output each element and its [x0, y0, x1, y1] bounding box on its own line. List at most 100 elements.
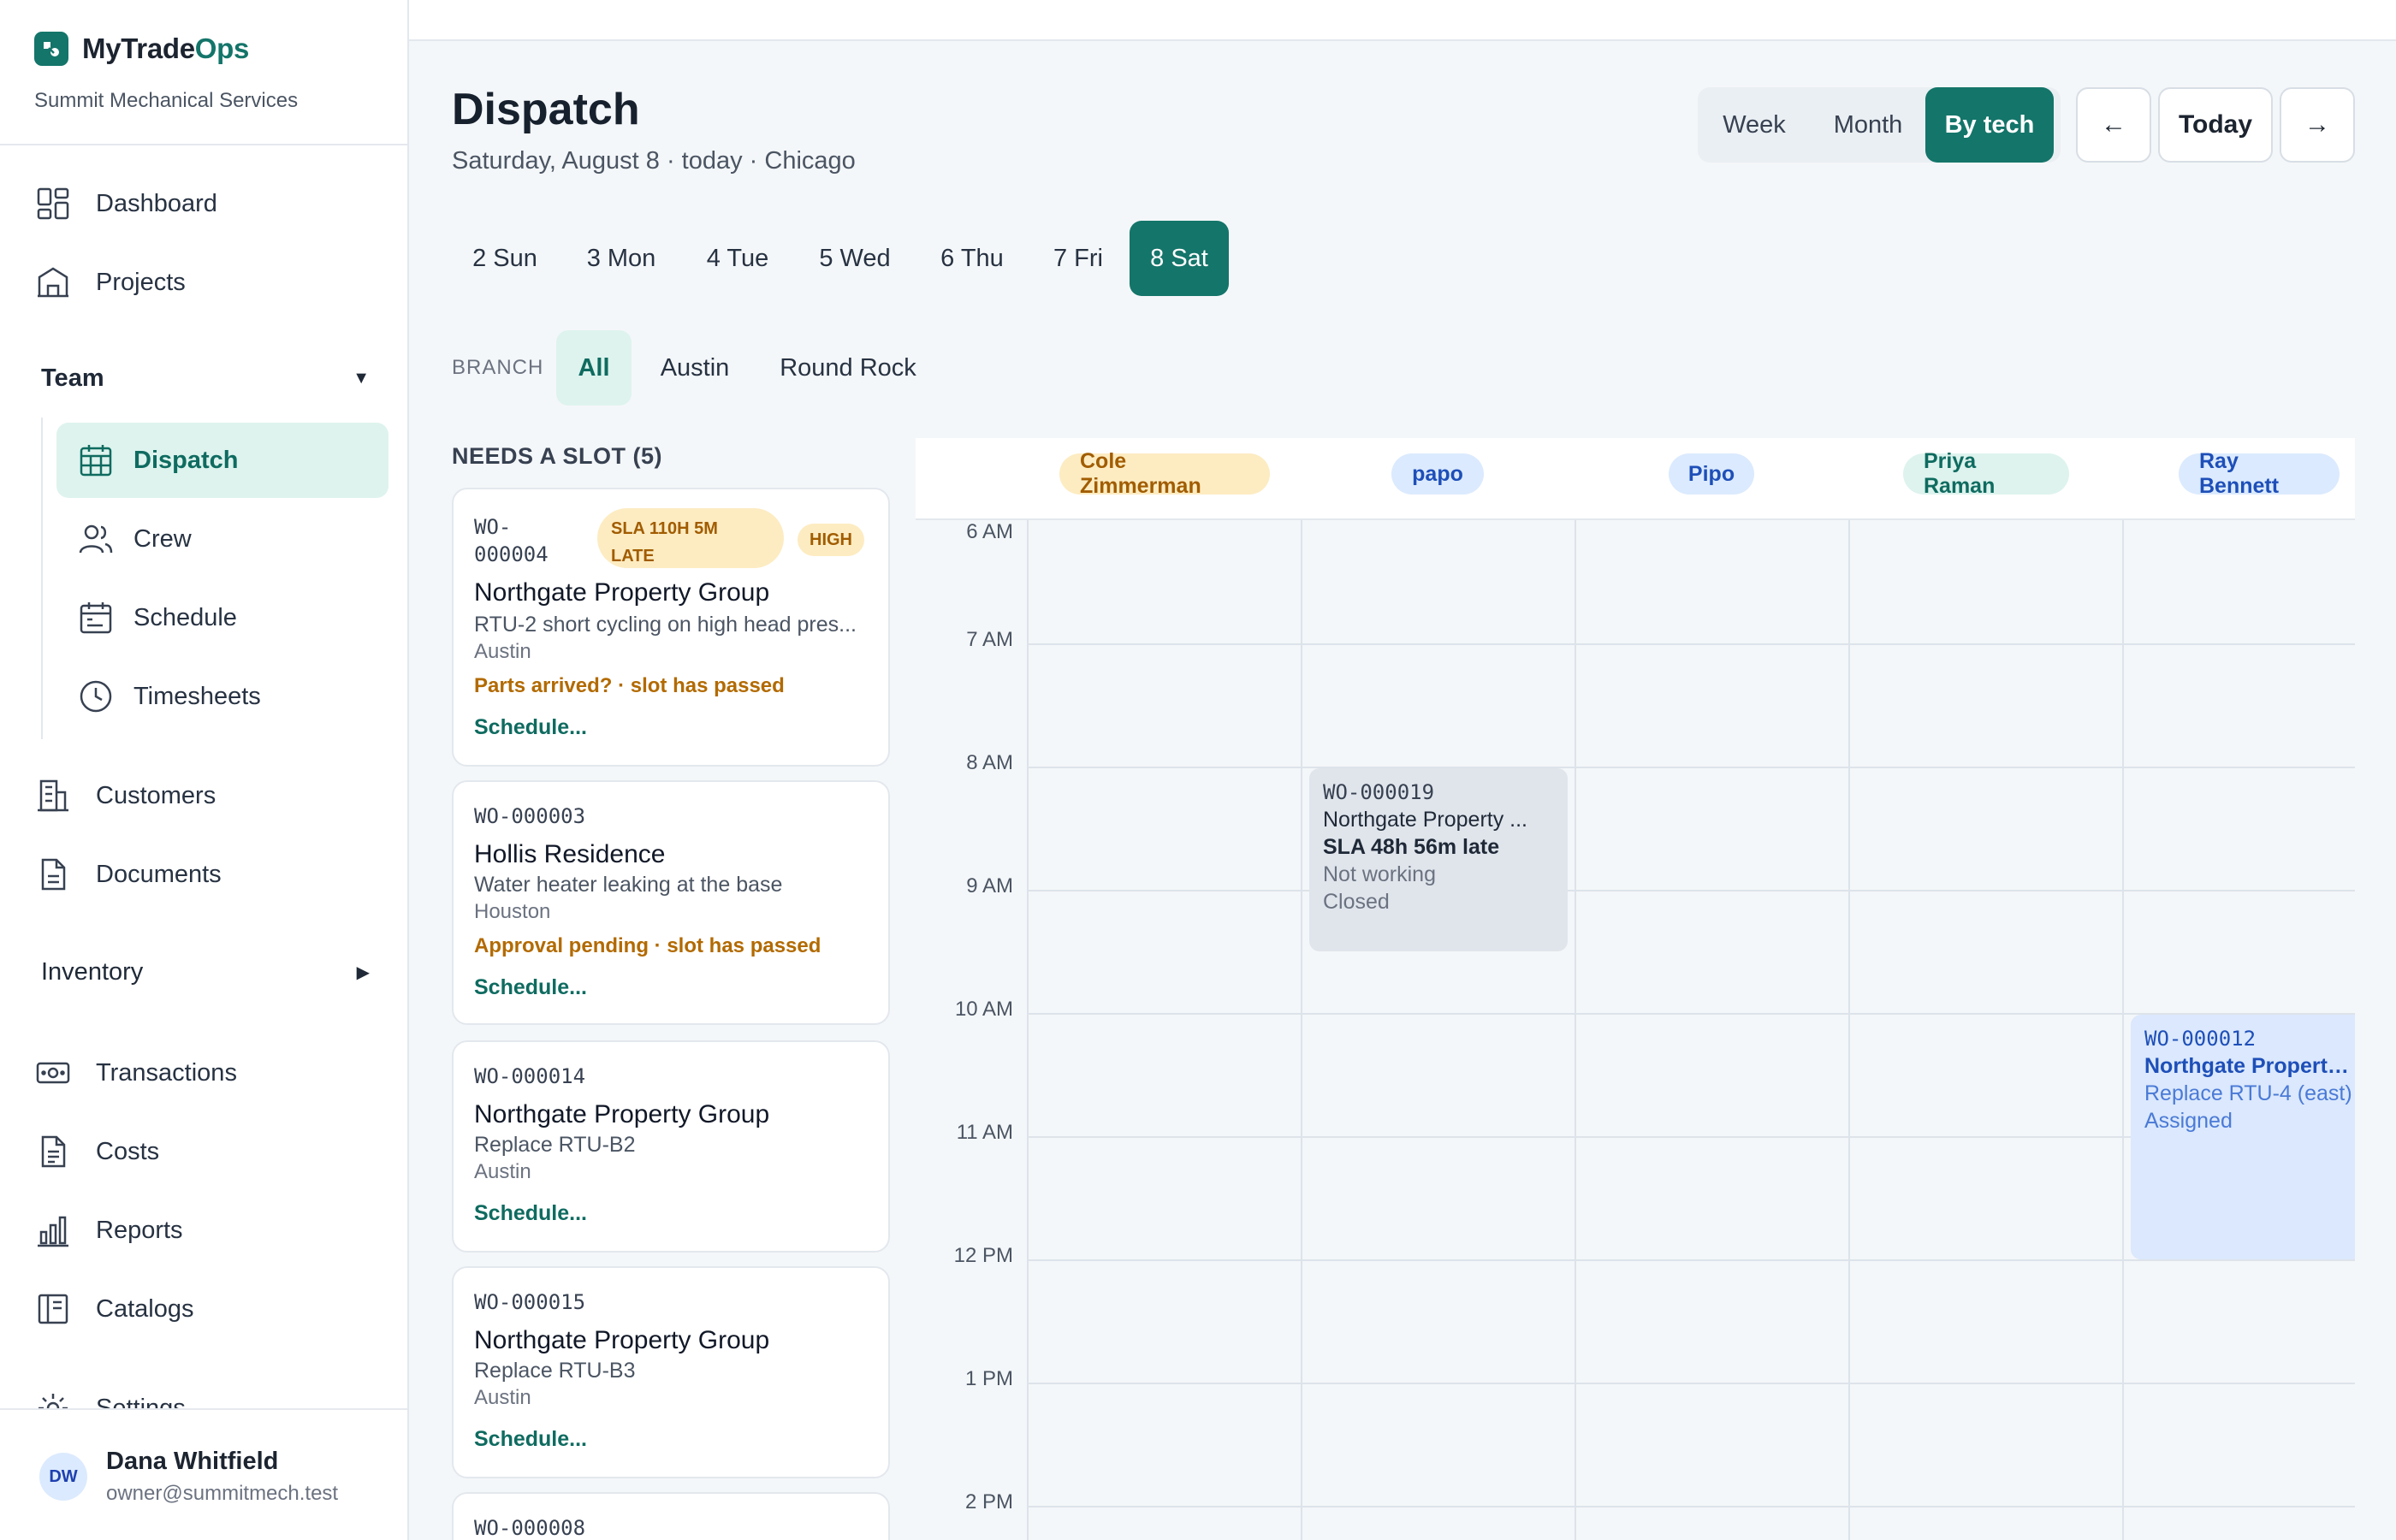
work-order-branch: Austin [474, 1386, 531, 1409]
event-id: WO-000012 [2144, 1027, 2257, 1051]
event-customer: Northgate Property ... [2144, 1054, 2355, 1078]
day-tab[interactable]: 7 Fri [1039, 221, 1118, 296]
nav-item-dispatch[interactable]: Dispatch [56, 423, 388, 498]
nav-item-costs[interactable]: Costs [34, 1121, 159, 1182]
event-status: Assigned [2144, 1109, 2233, 1133]
priority-badge: HIGH [798, 524, 864, 556]
hour-label: 10 AM [954, 998, 1013, 1021]
customer-name: Hollis Residence [474, 840, 666, 868]
hour-label: 8 AM [966, 751, 1013, 774]
tech-chip[interactable]: Cole Zimmerman [1059, 449, 1270, 498]
grid-row-line [1027, 1506, 2355, 1507]
nav-item-reports[interactable]: Reports [34, 1199, 183, 1261]
day-tab[interactable]: 3 Mon [573, 221, 669, 296]
nav-item-crew[interactable]: Crew [56, 501, 388, 577]
next-button[interactable]: → [2280, 87, 2355, 163]
work-order-description: RTU-2 short cycling on high head pres... [474, 613, 857, 637]
work-order-branch: Houston [474, 900, 551, 923]
day-tab[interactable]: 2 Sun [452, 221, 558, 296]
branch-chip-austin[interactable]: Austin [647, 330, 743, 406]
document-icon [34, 856, 72, 893]
nav-item-schedule[interactable]: Schedule [56, 580, 388, 655]
work-order-description: Replace RTU-B2 [474, 1133, 636, 1157]
grid-column-line [1027, 520, 1029, 1540]
grid-column-line [1575, 520, 1576, 1540]
nav-section-inventory[interactable]: Inventory ▶ [41, 958, 370, 986]
nav-label: Dashboard [96, 189, 217, 217]
prev-button[interactable]: ← [2076, 87, 2151, 163]
grid-row-line [1027, 1383, 2355, 1384]
view-month-button[interactable]: Month [1811, 87, 1925, 163]
section-label: Inventory [41, 958, 144, 986]
tech-chip[interactable]: Pipo [1669, 453, 1754, 495]
user-name: Dana Whitfield [106, 1448, 279, 1475]
brand[interactable]: MyTradeOps [34, 31, 249, 67]
user-profile[interactable]: DW Dana Whitfield owner@summitmech.test [0, 1408, 407, 1540]
nav-label: Transactions [96, 1058, 237, 1087]
nav-label: Catalogs [96, 1294, 194, 1323]
calendar-event[interactable]: WO-000012 Northgate Property ... Replace… [2131, 1015, 2355, 1259]
calendar-grid-icon [77, 441, 115, 479]
nav-item-documents[interactable]: Documents [34, 844, 222, 905]
day-tab[interactable]: 4 Tue [690, 221, 786, 296]
nav-label: Dispatch [133, 446, 239, 474]
branch-chip-round-rock[interactable]: Round Rock [767, 330, 929, 406]
tech-chip[interactable]: Ray Bennett [2179, 449, 2340, 498]
building-icon [34, 264, 72, 301]
day-tab-selected[interactable]: 8 Sat [1130, 221, 1229, 296]
view-toggle: Week Month By tech [1698, 87, 2061, 163]
hour-label: 6 AM [966, 520, 1013, 543]
calendar-event[interactable]: WO-000019 Northgate Property ... SLA 48h… [1309, 768, 1568, 951]
tech-chip[interactable]: papo [1391, 453, 1484, 495]
view-by-tech-button[interactable]: By tech [1925, 87, 2054, 163]
grid-column-line [2122, 520, 2124, 1540]
nav-label: Reports [96, 1216, 183, 1244]
event-status: Closed [1323, 890, 1390, 914]
view-week-button[interactable]: Week [1698, 87, 1811, 163]
book-icon [34, 1290, 72, 1328]
grid-row-line [1027, 767, 2355, 768]
nav-item-catalogs[interactable]: Catalogs [34, 1278, 193, 1340]
nav-label: Crew [133, 524, 192, 553]
page-subtitle: Saturday, August 8 · today · Chicago [452, 147, 856, 175]
schedule-link[interactable]: Schedule... [474, 975, 587, 1000]
nav-item-transactions[interactable]: Transactions [34, 1042, 237, 1104]
grid-row-line [1027, 890, 2355, 891]
today-button[interactable]: Today [2158, 87, 2273, 163]
work-order-branch: Austin [474, 640, 531, 663]
nav-item-timesheets[interactable]: Timesheets [56, 659, 388, 734]
work-order-warning: Parts arrived? · slot has passed [474, 674, 785, 697]
tech-chip[interactable]: Priya Raman [1903, 449, 2069, 498]
nav-label: Documents [96, 860, 222, 888]
clock-icon [77, 678, 115, 715]
work-order-card[interactable]: WO- 000004 SLA 110H 5M LATE HIGH Northgate… [452, 488, 890, 767]
hour-label: 1 PM [964, 1367, 1013, 1390]
work-order-card[interactable]: WO-000003 Hollis Residence Water heater … [452, 780, 890, 1025]
event-id: WO-000019 [1323, 780, 1435, 804]
schedule-link[interactable]: Schedule... [474, 715, 587, 740]
schedule-link[interactable]: Schedule... [474, 1427, 587, 1452]
nav-label: Schedule [133, 603, 237, 631]
nav-label: Costs [96, 1137, 160, 1165]
work-order-card[interactable]: WO-000015 Northgate Property Group Repla… [452, 1266, 890, 1478]
hour-label: 11 AM [956, 1121, 1013, 1144]
top-bar [409, 0, 2396, 41]
event-description: Replace RTU-4 (east) [2144, 1081, 2352, 1105]
event-sla: SLA 48h 56m late [1323, 835, 1500, 859]
day-tab[interactable]: 6 Thu [924, 221, 1020, 296]
avatar: DW [39, 1453, 87, 1501]
work-order-card[interactable]: WO-000014 Northgate Property Group Repla… [452, 1040, 890, 1253]
work-order-branch: Austin [474, 1160, 531, 1183]
day-tab[interactable]: 5 Wed [804, 221, 905, 296]
branch-chip-all[interactable]: All [556, 330, 632, 406]
nav-section-team[interactable]: Team ▼ [41, 364, 370, 393]
work-order-card[interactable]: WO-000008 [452, 1492, 890, 1540]
nav-item-projects[interactable]: Projects [34, 252, 186, 313]
chevron-down-icon: ▼ [353, 369, 370, 388]
nav-item-customers[interactable]: Customers [34, 765, 216, 826]
hour-label: 7 AM [966, 628, 1013, 651]
nav-item-dashboard[interactable]: Dashboard [34, 173, 217, 234]
schedule-link[interactable]: Schedule... [474, 1201, 587, 1226]
event-customer: Northgate Property ... [1323, 808, 1528, 832]
office-building-icon [34, 777, 72, 814]
